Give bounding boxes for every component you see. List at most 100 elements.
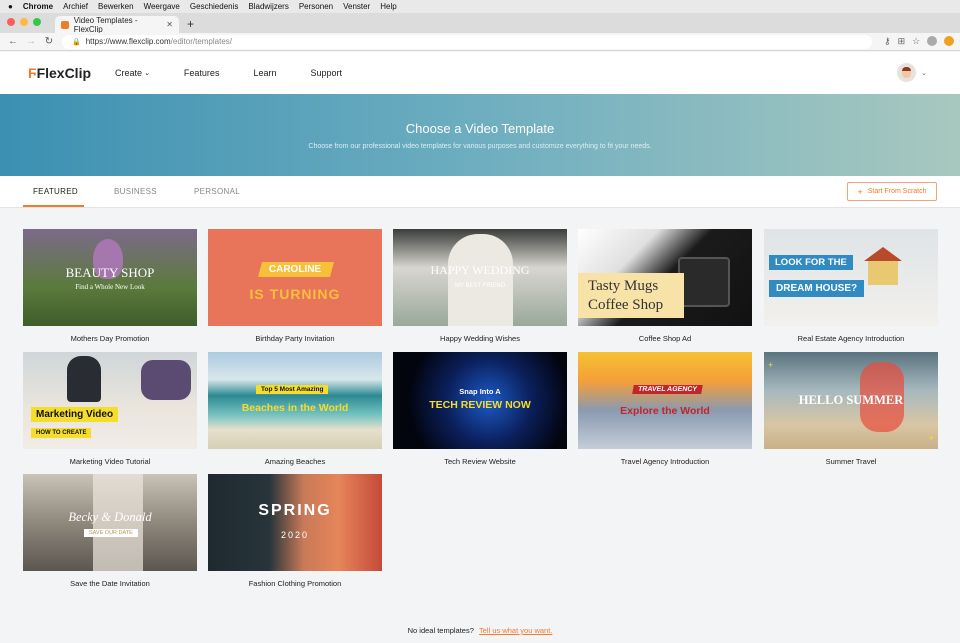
- thumbnail-subtitle: Explore the World: [620, 405, 710, 417]
- thumbnail-subtitle: HOW TO CREATE: [31, 428, 92, 438]
- close-tab-icon[interactable]: ✕: [166, 20, 173, 29]
- template-thumbnail[interactable]: HAPPY WEDDING MY BEST FRIEND: [393, 229, 567, 326]
- template-thumbnail[interactable]: SPRING 2020: [208, 474, 382, 571]
- logo-mark-icon: Ϝ: [28, 65, 37, 81]
- url-host: https://www.flexclip.com: [85, 37, 171, 46]
- apple-menu-icon[interactable]: ●: [8, 2, 13, 11]
- template-card[interactable]: LOOK FOR THE DREAM HOUSE? Real Estate Ag…: [764, 229, 938, 343]
- thumbnail-subtitle: IS TURNING: [249, 286, 341, 302]
- template-card[interactable]: HAPPY WEDDING MY BEST FRIEND Happy Weddi…: [393, 229, 567, 343]
- avatar[interactable]: [897, 63, 916, 82]
- template-thumbnail[interactable]: BEAUTY SHOP Find a Whole New Look: [23, 229, 197, 326]
- footer-feedback: No ideal templates? Tell us what you wan…: [0, 626, 960, 635]
- template-card[interactable]: Snap Into A TECH REVIEW NOW Tech Review …: [393, 352, 567, 466]
- template-name[interactable]: Happy Wedding Wishes: [393, 334, 567, 343]
- start-from-scratch-label: Start From Scratch: [867, 188, 927, 195]
- menu-geschiedenis[interactable]: Geschiedenis: [190, 2, 238, 11]
- flexclip-favicon-icon: [61, 20, 69, 29]
- active-tab-indicator: [23, 205, 84, 207]
- template-thumbnail[interactable]: CAROLINE IS TURNING: [208, 229, 382, 326]
- profile-icon[interactable]: [927, 36, 938, 46]
- template-thumbnail[interactable]: Becky & Donald SAVE OUR DATE: [23, 474, 197, 571]
- thumbnail-subtitle: 2020: [280, 530, 310, 540]
- thumbnail-subtitle: Beaches in the World: [241, 402, 349, 414]
- start-from-scratch-button[interactable]: + Start From Scratch: [847, 182, 937, 201]
- menu-archief[interactable]: Archief: [63, 2, 88, 11]
- template-name[interactable]: Travel Agency Introduction: [578, 457, 752, 466]
- nav-create-label: Create: [115, 68, 143, 78]
- template-card[interactable]: BEAUTY SHOP Find a Whole New Look Mother…: [23, 229, 197, 343]
- template-name[interactable]: Coffee Shop Ad: [578, 334, 752, 343]
- tab-business[interactable]: BUSINESS: [114, 187, 157, 196]
- thumbnail-subtitle: MY BEST FRIEND: [454, 283, 506, 289]
- nav-features[interactable]: Features: [184, 68, 220, 78]
- template-name[interactable]: Summer Travel: [764, 457, 938, 466]
- dress-graphic: [448, 234, 513, 326]
- account-chevron-down-icon[interactable]: ⌄: [921, 69, 927, 77]
- forward-icon[interactable]: →: [26, 36, 36, 47]
- menu-chrome[interactable]: Chrome: [23, 2, 53, 11]
- template-card[interactable]: CAROLINE IS TURNING Birthday Party Invit…: [208, 229, 382, 343]
- tab-featured[interactable]: FEATURED: [33, 187, 78, 196]
- page-title: Choose a Video Template: [405, 121, 555, 136]
- thumbnail-title: Becky & Donald: [68, 510, 152, 524]
- menu-weergave[interactable]: Weergave: [144, 2, 180, 11]
- tell-us-link[interactable]: Tell us what you want.: [479, 626, 552, 635]
- nav-support[interactable]: Support: [310, 68, 342, 78]
- lock-icon: 🔒: [72, 38, 81, 46]
- template-card[interactable]: + + HELLO SUMMER Summer Travel: [764, 352, 938, 466]
- template-card[interactable]: SPRING 2020 Fashion Clothing Promotion: [208, 474, 382, 588]
- menu-help[interactable]: Help: [380, 2, 396, 11]
- back-icon[interactable]: ←: [8, 36, 18, 47]
- template-thumbnail[interactable]: Tasty Mugs Coffee Shop: [578, 229, 752, 326]
- extension-icon[interactable]: [944, 36, 955, 46]
- new-tab-icon[interactable]: +: [187, 17, 194, 31]
- template-thumbnail[interactable]: Top 5 Most Amazing Beaches in the World: [208, 352, 382, 449]
- main-nav: Create ⌄ Features Learn Support: [115, 68, 376, 78]
- template-card[interactable]: Top 5 Most Amazing Beaches in the World …: [208, 352, 382, 466]
- template-name[interactable]: Birthday Party Invitation: [208, 334, 382, 343]
- template-thumbnail[interactable]: + + HELLO SUMMER: [764, 352, 938, 449]
- thumbnail-subtitle: SAVE OUR DATE: [84, 529, 138, 537]
- template-thumbnail[interactable]: Marketing Video HOW TO CREATE: [23, 352, 197, 449]
- key-icon[interactable]: ⚷: [884, 36, 891, 47]
- flexclip-logo[interactable]: Ϝ FlexClip: [28, 65, 91, 81]
- footer-text: No ideal templates?: [407, 626, 474, 635]
- template-name[interactable]: Tech Review Website: [393, 457, 567, 466]
- template-card[interactable]: Tasty Mugs Coffee Shop Coffee Shop Ad: [578, 229, 752, 343]
- thumbnail-title: Snap Into A: [459, 387, 501, 396]
- menu-bladwijzers[interactable]: Bladwijzers: [248, 2, 288, 11]
- translate-icon[interactable]: ⊞: [898, 36, 906, 47]
- thumbnail-title: BEAUTY SHOP: [65, 265, 155, 280]
- template-name[interactable]: Real Estate Agency Introduction: [764, 334, 938, 343]
- tab-personal[interactable]: PERSONAL: [194, 187, 240, 196]
- template-name[interactable]: Amazing Beaches: [208, 457, 382, 466]
- address-bar[interactable]: 🔒 https://www.flexclip.com /editor/templ…: [62, 34, 872, 49]
- nav-create[interactable]: Create ⌄: [115, 68, 150, 78]
- template-thumbnail[interactable]: LOOK FOR THE DREAM HOUSE?: [764, 229, 938, 326]
- template-name[interactable]: Mothers Day Promotion: [23, 334, 197, 343]
- minimize-window-icon[interactable]: [20, 18, 28, 26]
- thumbnail-title: Marketing Video: [31, 407, 119, 422]
- nav-learn[interactable]: Learn: [253, 68, 276, 78]
- zoom-window-icon[interactable]: [33, 18, 41, 26]
- template-name[interactable]: Marketing Video Tutorial: [23, 457, 197, 466]
- thumbnail-title: Top 5 Most Amazing: [256, 385, 329, 394]
- template-name[interactable]: Fashion Clothing Promotion: [208, 579, 382, 588]
- menu-personen[interactable]: Personen: [299, 2, 333, 11]
- close-window-icon[interactable]: [7, 18, 15, 26]
- template-thumbnail[interactable]: Snap Into A TECH REVIEW NOW: [393, 352, 567, 449]
- reload-icon[interactable]: ↻: [44, 36, 54, 47]
- template-name[interactable]: Save the Date Invitation: [23, 579, 197, 588]
- template-card[interactable]: TRAVEL AGENCY Explore the World Travel A…: [578, 352, 752, 466]
- menu-venster[interactable]: Venster: [343, 2, 370, 11]
- browser-tab[interactable]: Video Templates - FlexClip ✕: [55, 16, 179, 34]
- thumbnail-subtitle: Find a Whole New Look: [75, 283, 145, 291]
- template-card[interactable]: Marketing Video HOW TO CREATE Marketing …: [23, 352, 197, 466]
- browser-tab-strip: Video Templates - FlexClip ✕ +: [0, 13, 960, 34]
- bookmark-star-icon[interactable]: ☆: [912, 36, 920, 47]
- template-card[interactable]: Becky & Donald SAVE OUR DATE Save the Da…: [23, 474, 197, 588]
- menu-bewerken[interactable]: Bewerken: [98, 2, 134, 11]
- thumbnail-title: TRAVEL AGENCY: [632, 385, 703, 394]
- template-thumbnail[interactable]: TRAVEL AGENCY Explore the World: [578, 352, 752, 449]
